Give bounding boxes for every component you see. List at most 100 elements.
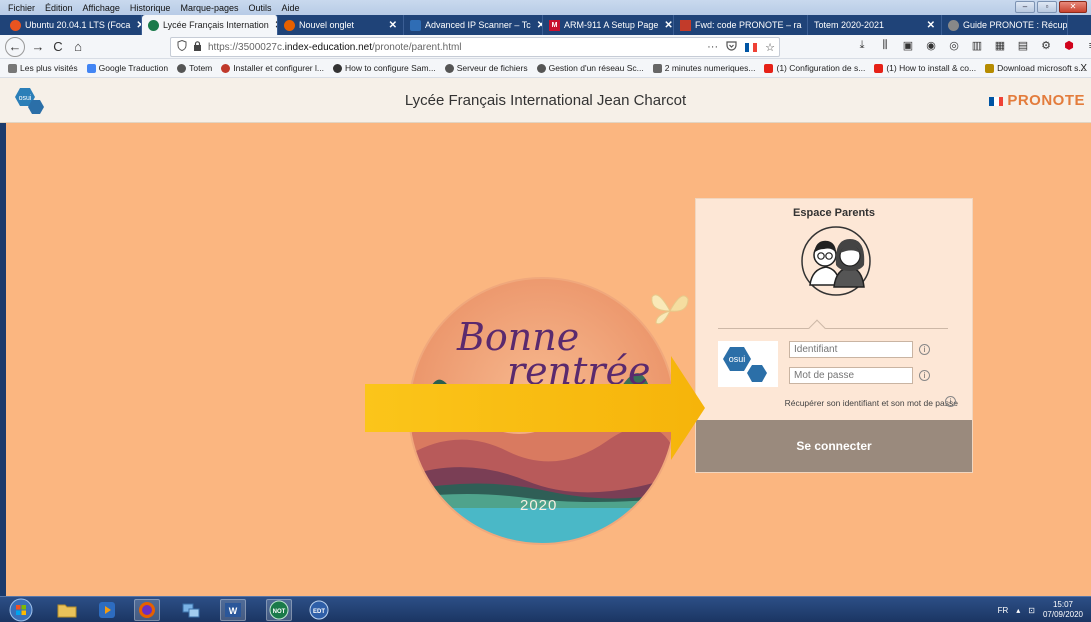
tab-totem[interactable]: Totem 2020-2021 ✕ [808, 15, 942, 35]
bookmark-item[interactable]: Google Traduction [86, 63, 168, 73]
globe-icon [177, 63, 187, 73]
lock-icon [193, 40, 202, 54]
tab-label: Guide PRONOTE : Récupé [963, 20, 1068, 30]
menu-icon[interactable]: ≡ [1086, 40, 1091, 52]
library-icon[interactable]: ⫼ [879, 39, 891, 52]
taskbar-not[interactable]: NOT [266, 599, 292, 621]
navigation-bar: ← → C ⌂ https://3500027c. index-education… [0, 35, 1091, 59]
menu-outils[interactable]: Outils [247, 3, 274, 13]
bookmark-item[interactable]: 2 minutes numeriques... [652, 63, 755, 73]
system-tray: FR ▴ ⊡ 15:07 07/09/2020 [998, 600, 1083, 620]
info-icon[interactable]: i [919, 344, 930, 355]
start-button[interactable] [8, 598, 34, 622]
bookmark-item[interactable]: Installer et configurer l... [221, 63, 324, 73]
reload-button[interactable]: C [48, 37, 68, 57]
bookmark-item[interactable]: Totem [177, 63, 212, 73]
tab-label: Totem 2020-2021 [814, 20, 885, 30]
globe-icon [444, 63, 454, 73]
menu-historique[interactable]: Historique [128, 3, 173, 13]
svg-text:osui: osui [729, 354, 746, 364]
tab-close-icon[interactable]: ✕ [531, 20, 542, 31]
pronote-logo: PRONOTE [989, 92, 1085, 109]
translate-icon[interactable]: ▤ [1017, 39, 1029, 52]
taskbar-explorer[interactable] [54, 599, 80, 621]
tab-ubuntu[interactable]: Ubuntu 20.04.1 LTS (Foca ✕ [4, 15, 142, 35]
url-domain: index-education.net [284, 41, 373, 53]
menu-aide[interactable]: Aide [280, 3, 302, 13]
tab-close-icon[interactable]: ✕ [383, 20, 397, 31]
divider [718, 328, 948, 329]
info-icon[interactable]: i [919, 370, 930, 381]
clock-date: 07/09/2020 [1042, 610, 1083, 619]
recover-credentials-link[interactable]: Récupérer son identifiant et son mot de … [696, 398, 958, 408]
pocket-icon[interactable] [726, 40, 737, 54]
menu-fichier[interactable]: Fichier [6, 3, 37, 13]
tab-guide-pronote[interactable]: Guide PRONOTE : Récupé ✕ [942, 15, 1068, 35]
minimize-button[interactable]: – [1015, 1, 1035, 13]
maximize-button[interactable]: ▫ [1037, 1, 1057, 13]
home-button[interactable]: ⌂ [68, 37, 88, 57]
bookmark-star-icon[interactable]: ☆ [765, 41, 775, 54]
tab-close-icon[interactable]: ✕ [658, 20, 672, 31]
network-status-icon[interactable]: ⊡ [1028, 606, 1035, 615]
edt-icon: EDT [309, 600, 329, 620]
tab-label: Ubuntu 20.04.1 LTS (Foca [25, 20, 131, 30]
tab-close-icon[interactable]: ✕ [130, 20, 141, 31]
sidebar-icon[interactable]: ▣ [902, 39, 914, 52]
tab-fwd-code[interactable]: Fwd: code PRONOTE – ra ✕ [674, 15, 808, 35]
year-label: 2020 [520, 497, 558, 514]
page-header: osui Lycée Français International Jean C… [0, 78, 1091, 123]
download-icon[interactable]: ⤓ [856, 39, 868, 52]
chevron-up-icon[interactable]: ▴ [1016, 606, 1020, 615]
clock-time: 15:07 [1052, 600, 1073, 609]
bookmark-item[interactable]: (1) How to install & co... [874, 63, 976, 73]
pronote-icon [148, 19, 159, 31]
menu-affichage[interactable]: Affichage [81, 3, 122, 13]
clock[interactable]: 15:07 07/09/2020 [1043, 600, 1083, 620]
language-indicator[interactable]: FR [998, 606, 1009, 615]
info-icon[interactable]: i [945, 396, 956, 407]
extension-icon[interactable]: ◎ [948, 39, 960, 52]
connect-button[interactable]: Se connecter [696, 420, 972, 472]
tab-label: Fwd: code PRONOTE – ra [695, 20, 802, 30]
svg-text:NOT: NOT [273, 609, 286, 615]
taskbar-firefox[interactable] [134, 599, 160, 621]
page-actions-icon[interactable]: ··· [707, 41, 718, 53]
close-window-button[interactable]: ✕ [1059, 1, 1087, 13]
raspberry-icon [221, 63, 231, 73]
tab-close-icon[interactable]: ✕ [921, 20, 935, 31]
pronote-net-icon: NOT [269, 600, 289, 620]
grid-icon[interactable]: ▦ [994, 39, 1006, 52]
account-icon[interactable]: ◉ [925, 39, 937, 52]
osui-logo[interactable]: osui [718, 341, 778, 387]
bookmark-item[interactable]: (1) Configuration de s... [764, 63, 865, 73]
bookmark-item[interactable]: Download microsoft s... [985, 63, 1085, 73]
username-field[interactable] [789, 341, 913, 358]
taskbar-edt[interactable]: EDT [306, 599, 332, 621]
download-site-icon [985, 63, 995, 73]
password-field[interactable] [789, 367, 913, 384]
tools-icon[interactable]: ⚙ [1040, 39, 1052, 52]
taskbar-network[interactable] [178, 599, 204, 621]
bookmarks-overflow-button[interactable]: X [1080, 63, 1087, 74]
tab-nouvel-onglet[interactable]: Nouvel onglet ✕ [278, 15, 404, 35]
menu-marque-pages[interactable]: Marque-pages [178, 3, 240, 13]
forward-button[interactable]: → [28, 37, 48, 57]
video-icon [652, 63, 662, 73]
bookmark-item[interactable]: How to configure Sam... [332, 63, 436, 73]
adblock-icon[interactable]: ⬢ [1063, 39, 1075, 52]
taskbar-word[interactable]: W [220, 599, 246, 621]
bookmark-item[interactable]: Serveur de fichiers [444, 63, 528, 73]
barcode-icon[interactable]: ▥ [971, 39, 983, 52]
bookmark-item[interactable]: Gestion d'un réseau Sc... [536, 63, 644, 73]
url-bar[interactable]: https://3500027c. index-education.net/pro… [170, 37, 780, 57]
tab-close-icon[interactable]: ✕ [269, 20, 277, 31]
back-button[interactable]: ← [5, 36, 25, 57]
taskbar-media[interactable] [94, 599, 120, 621]
bookmark-item[interactable]: Les plus visités [8, 63, 78, 73]
tab-lycee[interactable]: Lycée Français Internation ✕ [142, 15, 278, 35]
tab-ip-scanner[interactable]: Advanced IP Scanner – Tc ✕ [404, 15, 543, 35]
menu-edition[interactable]: Édition [43, 3, 75, 13]
tab-arm-setup[interactable]: M ARM-911 A Setup Page ✕ [543, 15, 674, 35]
url-actions: ··· ☆ [707, 40, 775, 54]
